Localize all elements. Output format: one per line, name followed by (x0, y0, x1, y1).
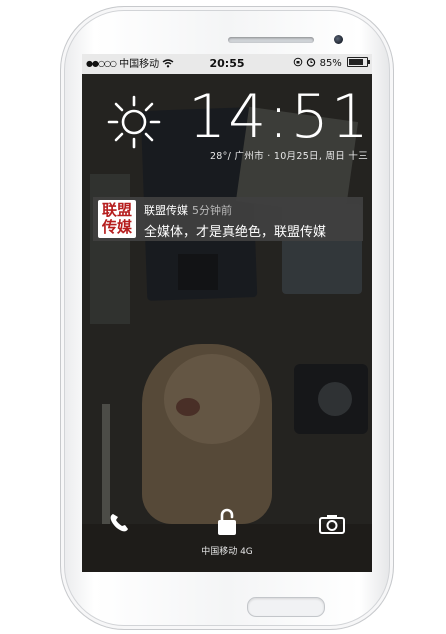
home-button[interactable] (247, 597, 325, 617)
front-camera (334, 35, 343, 44)
unlock-icon[interactable] (216, 507, 238, 537)
battery-percent: 85% (319, 58, 342, 69)
notification-message: 全媒体，才是真绝色，联盟传媒 (144, 225, 327, 240)
lock-screen: ●●○○○ 中国移动 20:55 85% 14:51 28°/ 广州市 · 10… (82, 54, 372, 572)
app-icon: 联盟 传媒 (98, 200, 136, 238)
app-icon-line-2: 传媒 (101, 218, 132, 236)
status-right: 85% (293, 54, 370, 74)
battery-fill (349, 59, 364, 65)
notification-card[interactable]: 联盟 传媒 联盟传媒 5分钟前 全媒体，才是真绝色，联盟传媒 (93, 197, 363, 241)
sun-icon (107, 95, 161, 149)
alarm-icon (307, 58, 316, 67)
battery-icon (347, 57, 370, 67)
earpiece-speaker (228, 37, 314, 43)
date-weather-line: 28°/ 广州市 · 10月25日, 周日 十三 (209, 151, 368, 162)
notification-app-name: 联盟传媒 (144, 204, 188, 217)
notification-time: 5分钟前 (192, 204, 232, 217)
notification-header: 联盟传媒 5分钟前 (144, 202, 232, 218)
phone-icon[interactable] (108, 512, 132, 534)
carrier-network-label: 中国移动 4G (201, 547, 253, 557)
camera-icon[interactable] (319, 514, 345, 534)
lockscreen-clock: 14:51 (188, 82, 371, 152)
rotation-lock-icon (293, 57, 303, 67)
app-icon-line-1: 联盟 (101, 201, 132, 219)
status-bar: ●●○○○ 中国移动 20:55 85% (82, 54, 372, 74)
